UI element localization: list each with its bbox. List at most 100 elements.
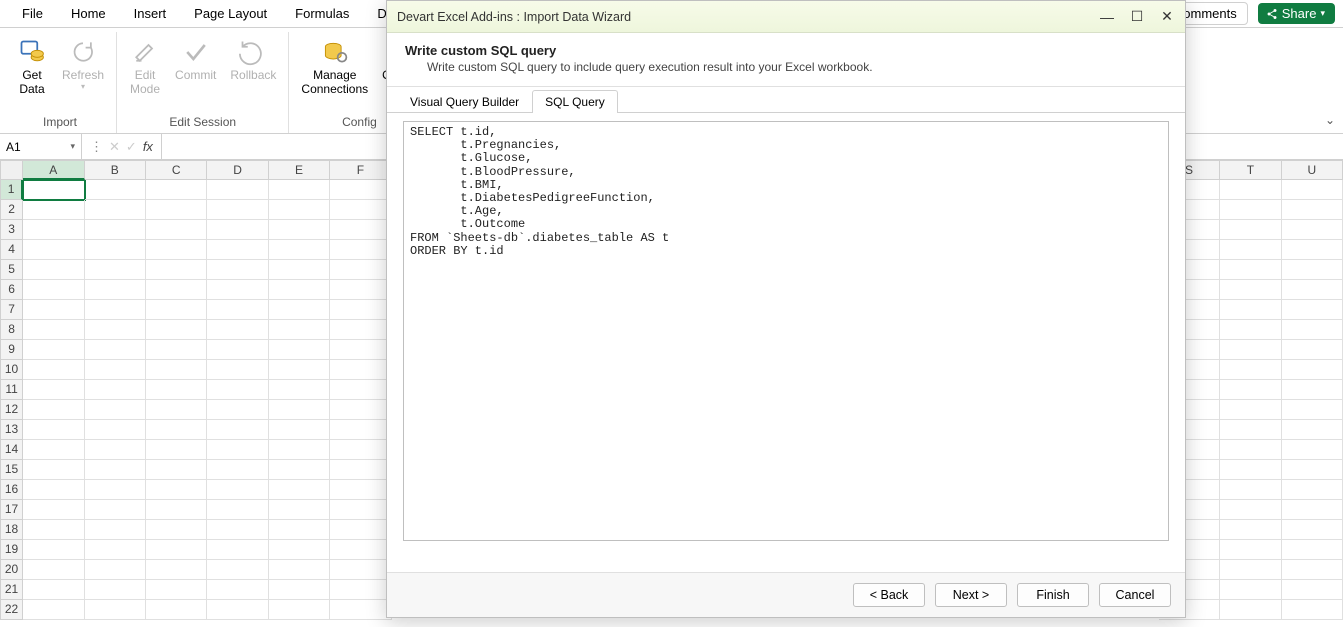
cell[interactable] — [207, 260, 268, 280]
cell[interactable] — [207, 600, 268, 620]
cell[interactable] — [269, 520, 330, 540]
cell[interactable] — [85, 360, 146, 380]
ribbon-collapse-icon[interactable]: ⌄ — [1325, 113, 1335, 127]
cell[interactable] — [269, 580, 330, 600]
row-header[interactable]: 16 — [0, 480, 23, 500]
sql-editor[interactable] — [403, 121, 1169, 541]
cell[interactable] — [1220, 320, 1281, 340]
cell[interactable] — [1220, 560, 1281, 580]
cell[interactable] — [85, 180, 146, 200]
dialog-titlebar[interactable]: Devart Excel Add-ins : Import Data Wizar… — [387, 1, 1185, 33]
cell[interactable] — [146, 180, 207, 200]
cell[interactable] — [146, 280, 207, 300]
cell[interactable] — [146, 600, 207, 620]
cell[interactable] — [1282, 180, 1343, 200]
close-button[interactable]: ✕ — [1159, 9, 1175, 25]
cell[interactable] — [146, 220, 207, 240]
col-header[interactable]: E — [269, 160, 330, 180]
minimize-button[interactable]: — — [1099, 9, 1115, 25]
cell[interactable] — [146, 340, 207, 360]
cell[interactable] — [1220, 380, 1281, 400]
cell[interactable] — [330, 580, 391, 600]
cell[interactable] — [146, 480, 207, 500]
row-header[interactable]: 13 — [0, 420, 23, 440]
cell[interactable] — [1220, 520, 1281, 540]
cell[interactable] — [146, 400, 207, 420]
cell[interactable] — [330, 340, 391, 360]
cell[interactable] — [207, 180, 268, 200]
cell[interactable] — [207, 220, 268, 240]
row-header[interactable]: 5 — [0, 260, 23, 280]
next-button[interactable]: Next > — [935, 583, 1007, 607]
cell[interactable] — [207, 440, 268, 460]
row-header[interactable]: 11 — [0, 380, 23, 400]
cell[interactable] — [146, 240, 207, 260]
cell[interactable] — [1282, 480, 1343, 500]
cell[interactable] — [85, 400, 146, 420]
row-header[interactable]: 4 — [0, 240, 23, 260]
cell[interactable] — [269, 600, 330, 620]
cell[interactable] — [330, 180, 391, 200]
cell[interactable] — [85, 260, 146, 280]
col-header[interactable]: F — [330, 160, 391, 180]
cell[interactable] — [269, 460, 330, 480]
row-header[interactable]: 10 — [0, 360, 23, 380]
enter-icon[interactable]: ✓ — [126, 139, 137, 155]
cell[interactable] — [330, 420, 391, 440]
cell[interactable] — [269, 180, 330, 200]
cell[interactable] — [85, 340, 146, 360]
cell[interactable] — [1282, 500, 1343, 520]
cell[interactable] — [207, 420, 268, 440]
edit-mode-button[interactable]: Edit Mode — [123, 36, 167, 99]
cell[interactable] — [269, 220, 330, 240]
row-header[interactable]: 9 — [0, 340, 23, 360]
cell[interactable] — [207, 200, 268, 220]
col-header[interactable]: C — [146, 160, 207, 180]
cell[interactable] — [85, 380, 146, 400]
cell[interactable] — [146, 520, 207, 540]
cell[interactable] — [330, 460, 391, 480]
row-header[interactable]: 15 — [0, 460, 23, 480]
cell[interactable] — [1282, 240, 1343, 260]
cell[interactable] — [269, 540, 330, 560]
cell[interactable] — [330, 280, 391, 300]
cell[interactable] — [23, 480, 84, 500]
cell[interactable] — [23, 560, 84, 580]
cell[interactable] — [146, 540, 207, 560]
cell[interactable] — [146, 580, 207, 600]
cell[interactable] — [146, 460, 207, 480]
cell[interactable] — [1282, 400, 1343, 420]
row-header[interactable]: 8 — [0, 320, 23, 340]
row-header[interactable]: 22 — [0, 600, 23, 620]
cell[interactable] — [1220, 460, 1281, 480]
menu-tab-page-layout[interactable]: Page Layout — [180, 2, 281, 25]
cancel-icon[interactable]: ✕ — [109, 139, 120, 155]
row-header[interactable]: 7 — [0, 300, 23, 320]
row-header[interactable]: 1 — [0, 180, 23, 200]
cell[interactable] — [85, 520, 146, 540]
cell[interactable] — [85, 500, 146, 520]
cell[interactable] — [23, 280, 84, 300]
row-header[interactable]: 3 — [0, 220, 23, 240]
cell[interactable] — [1282, 280, 1343, 300]
cell[interactable] — [85, 420, 146, 440]
cell[interactable] — [23, 580, 84, 600]
cell[interactable] — [146, 560, 207, 580]
cell[interactable] — [1220, 220, 1281, 240]
cell[interactable] — [207, 320, 268, 340]
cell[interactable] — [1220, 180, 1281, 200]
cell[interactable] — [1220, 300, 1281, 320]
cell[interactable] — [207, 400, 268, 420]
cell[interactable] — [1220, 260, 1281, 280]
cell[interactable] — [269, 500, 330, 520]
cell[interactable] — [330, 320, 391, 340]
cell[interactable] — [269, 320, 330, 340]
cell[interactable] — [269, 380, 330, 400]
cell[interactable] — [207, 480, 268, 500]
cell[interactable] — [1282, 580, 1343, 600]
cell[interactable] — [269, 260, 330, 280]
cell[interactable] — [23, 340, 84, 360]
cell[interactable] — [330, 540, 391, 560]
cell[interactable] — [85, 220, 146, 240]
cell[interactable] — [1220, 280, 1281, 300]
